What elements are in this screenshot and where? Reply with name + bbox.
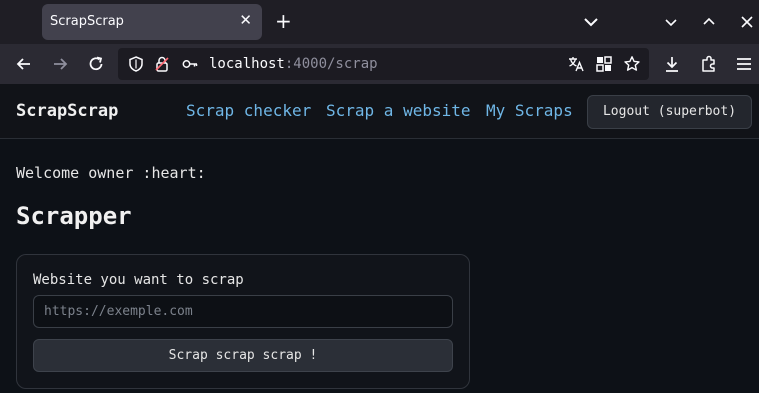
- hamburger-menu-icon[interactable]: [734, 54, 754, 74]
- tab-list-chevron-icon[interactable]: [581, 12, 601, 32]
- maximize-icon[interactable]: [699, 12, 719, 32]
- permissions-icon[interactable]: [153, 55, 171, 73]
- nav-link-scrap-a-website[interactable]: Scrap a website: [326, 101, 471, 120]
- download-icon[interactable]: [662, 54, 682, 74]
- nav-link-my-scraps[interactable]: My Scraps: [486, 101, 573, 120]
- tab-strip: ScrapScrap ✕ +: [0, 0, 759, 44]
- tab-close-icon[interactable]: ✕: [239, 13, 252, 28]
- arrow-left-icon[interactable]: [14, 54, 34, 74]
- puzzle-icon[interactable]: [699, 54, 719, 74]
- reload-icon[interactable]: [86, 54, 106, 74]
- scrap-submit-button[interactable]: Scrap scrap scrap !: [33, 339, 453, 372]
- url-bar[interactable]: localhost:4000/scrap: [118, 48, 649, 80]
- shield-icon[interactable]: [127, 55, 145, 73]
- star-icon[interactable]: [623, 55, 641, 73]
- minimize-icon[interactable]: [661, 12, 681, 32]
- welcome-message: Welcome owner :heart:: [16, 164, 206, 182]
- url-text[interactable]: localhost:4000/scrap: [209, 56, 378, 72]
- arrow-right-icon[interactable]: [50, 54, 70, 74]
- nav-link-scrap-checker[interactable]: Scrap checker: [186, 101, 311, 120]
- page-title: Scrapper: [16, 202, 132, 230]
- translate-icon[interactable]: [567, 55, 585, 73]
- app-header: ScrapScrap Scrap checker Scrap a website…: [0, 84, 759, 139]
- website-field-label: Website you want to scrap: [33, 272, 244, 288]
- tab-title: ScrapScrap: [50, 14, 124, 29]
- brand-logo-text[interactable]: ScrapScrap: [16, 101, 118, 121]
- web-page: ScrapScrap Scrap checker Scrap a website…: [0, 84, 759, 393]
- key-icon[interactable]: [181, 55, 199, 73]
- browser-tab[interactable]: ScrapScrap ✕: [42, 4, 262, 40]
- new-tab-icon[interactable]: +: [275, 11, 292, 31]
- url-path: :4000/scrap: [284, 56, 378, 72]
- window-close-icon[interactable]: [737, 12, 757, 32]
- logout-button[interactable]: Logout (superbot): [587, 95, 752, 129]
- browser-toolbar: localhost:4000/scrap: [0, 44, 759, 84]
- scrap-form-card: Website you want to scrap Scrap scrap sc…: [16, 254, 470, 389]
- url-host: localhost: [209, 56, 285, 72]
- website-url-input[interactable]: [33, 295, 453, 328]
- qr-code-icon[interactable]: [595, 55, 613, 73]
